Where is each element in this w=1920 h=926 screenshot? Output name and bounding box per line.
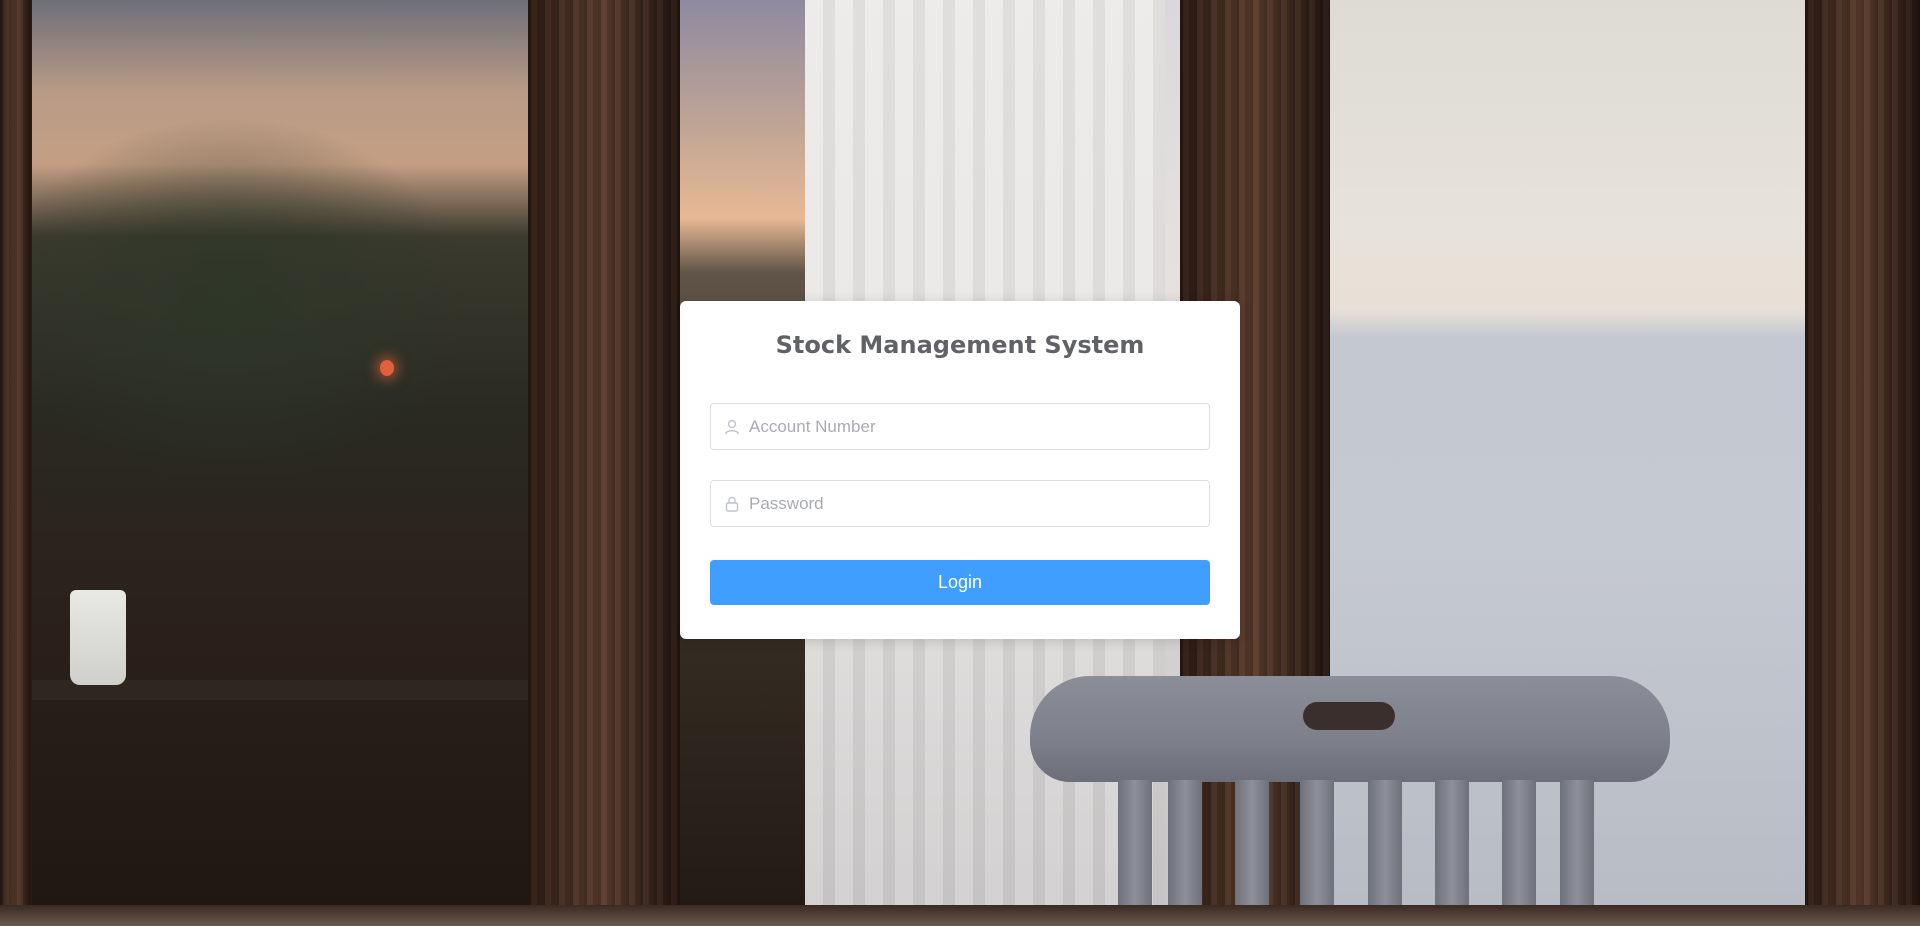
user-icon — [724, 419, 740, 435]
login-form: Stock Management System Login — [680, 301, 1240, 639]
login-button[interactable]: Login — [710, 560, 1210, 605]
wooden-beam — [0, 0, 32, 926]
account-number-input[interactable] — [711, 404, 1209, 449]
password-field — [710, 480, 1210, 527]
wooden-beam — [528, 0, 680, 926]
reflected-lamp — [380, 360, 394, 376]
password-input[interactable] — [711, 481, 1209, 526]
lock-icon — [725, 496, 739, 512]
wooden-beam — [1805, 0, 1920, 926]
account-number-field — [710, 403, 1210, 450]
login-title: Stock Management System — [775, 331, 1145, 359]
chair-handle-hole — [1303, 702, 1395, 730]
reflected-cup — [70, 590, 126, 685]
window-sill — [0, 905, 1920, 926]
window-pane-left — [30, 0, 530, 910]
